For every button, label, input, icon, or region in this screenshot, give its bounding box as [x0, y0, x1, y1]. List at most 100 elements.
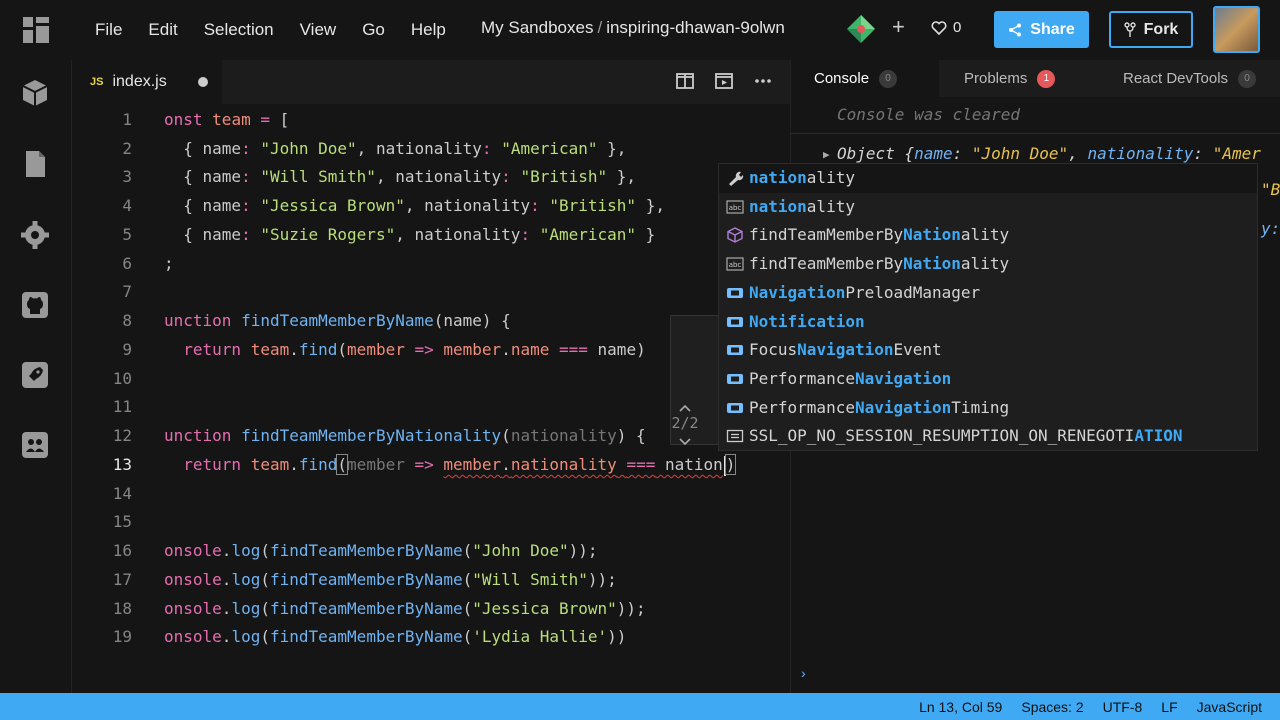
console-prompt-icon[interactable]: › — [801, 665, 806, 681]
suggestion-item[interactable]: nationality — [719, 164, 1257, 193]
top-bar: File Edit Selection View Go Help My Sand… — [0, 0, 1280, 60]
suggestion-text: findTeamMemberBy — [749, 225, 904, 245]
code-line: 17 onsole.log(findTeamMemberByName("Will … — [72, 566, 790, 594]
code-line: 18 onsole.log(findTeamMemberByName("Jessi… — [72, 595, 790, 623]
chevron-down-icon[interactable] — [678, 438, 692, 446]
cube-icon — [727, 227, 743, 244]
sandbox-name[interactable]: inspiring-dhawan-9olwn — [606, 18, 785, 37]
code-line: 15 — [72, 508, 790, 536]
class-icon — [727, 373, 743, 384]
rocket-icon[interactable] — [20, 360, 50, 390]
share-button[interactable]: Share — [994, 11, 1089, 48]
like-button[interactable]: 0 — [931, 19, 961, 36]
menu-view[interactable]: View — [287, 20, 350, 40]
constant-icon — [726, 430, 744, 443]
line-number: 13 — [112, 455, 132, 474]
language-mode[interactable]: JavaScript — [1197, 699, 1262, 715]
suggestion-item[interactable]: SSL_OP_NO_SESSION_RESUMPTION_ON_RENEGOTI… — [719, 422, 1257, 451]
console-log-entry[interactable]: y: — [1261, 219, 1280, 238]
suggestion-item[interactable]: abc findTeamMemberByNationality — [719, 250, 1257, 279]
line-number: 11 — [112, 397, 132, 416]
encoding[interactable]: UTF-8 — [1103, 699, 1143, 715]
indentation[interactable]: Spaces: 2 — [1021, 699, 1083, 715]
tab-console[interactable]: Console 0 — [791, 60, 939, 97]
codesandbox-logo-icon[interactable] — [22, 16, 50, 44]
suggestion-item[interactable]: Notification — [719, 308, 1257, 337]
split-editor-icon[interactable] — [676, 72, 694, 90]
class-icon — [727, 287, 743, 298]
template-diamond-icon[interactable] — [846, 14, 876, 44]
class-icon — [727, 316, 743, 327]
suggestion-text: Performance — [749, 368, 855, 388]
cursor-position[interactable]: Ln 13, Col 59 — [919, 699, 1002, 715]
suggestion-item[interactable]: abc nationality — [719, 193, 1257, 222]
suggestion-match: Navigation — [854, 397, 952, 417]
console-log-entry[interactable]: ▶ Object {name: "John Doe", nationality: … — [823, 144, 1261, 163]
suggestion-item[interactable]: PerformanceNavigationTiming — [719, 394, 1257, 423]
suggestion-match: ATION — [1134, 426, 1183, 446]
class-icon — [727, 345, 743, 356]
suggestion-text: ality — [960, 254, 1010, 274]
count-badge: 0 — [879, 69, 898, 88]
text-abc-icon: abc — [726, 200, 744, 214]
line-number: 18 — [112, 599, 132, 618]
breadcrumb: My Sandboxes / inspiring-dhawan-9olwn — [481, 18, 785, 38]
tab-index-js[interactable]: JS index.js — [72, 60, 222, 104]
count-badge: 1 — [1037, 69, 1056, 88]
tab-problems[interactable]: Problems 1 — [964, 60, 1056, 97]
autocomplete-suggestions: nationality abc nationality findTeamMemberB… — [718, 163, 1258, 451]
more-options-icon[interactable] — [754, 72, 772, 90]
line-number: 8 — [122, 311, 132, 330]
code-line-current: 13 return team.find(member => member.nat… — [72, 451, 790, 479]
suggestion-item[interactable]: FocusNavigationEvent — [719, 336, 1257, 365]
tab-label: React DevTools — [1123, 70, 1229, 87]
github-icon[interactable] — [20, 290, 50, 320]
suggestion-item[interactable]: NavigationPreloadManager — [719, 279, 1257, 308]
line-number: 10 — [112, 369, 132, 388]
line-number: 3 — [122, 167, 132, 186]
fork-label: Fork — [1143, 20, 1179, 38]
tab-react-devtools[interactable]: React DevTools 0 — [1123, 60, 1257, 97]
add-icon[interactable]: + — [892, 14, 905, 40]
line-number: 17 — [112, 570, 132, 589]
project-cube-icon[interactable] — [20, 78, 50, 108]
line-number: 1 — [122, 110, 132, 129]
code-line: 1 onst team = [ — [72, 106, 790, 134]
unsaved-dot-icon[interactable] — [198, 77, 208, 87]
console-log-entry[interactable]: "Br — [1261, 180, 1280, 199]
suggestion-match: Nation — [903, 254, 961, 274]
activity-bar — [0, 60, 72, 693]
suggestion-text: ality — [806, 168, 855, 187]
count-badge: 0 — [1238, 69, 1257, 88]
breadcrumb-separator: / — [597, 18, 603, 37]
like-count: 0 — [953, 19, 962, 36]
status-bar: Ln 13, Col 59 Spaces: 2 UTF-8 LF JavaScr… — [0, 693, 1280, 720]
suggestion-item[interactable]: PerformanceNavigation — [719, 365, 1257, 394]
line-ending[interactable]: LF — [1161, 699, 1177, 715]
chevron-up-icon[interactable] — [678, 404, 692, 412]
team-users-icon[interactable] — [20, 430, 50, 460]
suggestion-text: ality — [960, 225, 1010, 245]
user-avatar[interactable] — [1213, 6, 1260, 53]
editor-actions — [676, 72, 772, 90]
line-number: 4 — [122, 196, 132, 215]
fork-button[interactable]: Fork — [1109, 11, 1193, 48]
menu-go[interactable]: Go — [349, 20, 398, 40]
suggestion-match: Notification — [749, 311, 865, 331]
code-line: 16 onsole.log(findTeamMemberByName("John … — [72, 537, 790, 565]
gear-icon[interactable] — [20, 220, 50, 250]
suggestion-text: findTeamMemberBy — [749, 254, 904, 274]
suggestion-text: SSL_OP_NO_SESSION_RESUMPTION_ON_RENEGOTI — [749, 426, 1135, 446]
file-icon[interactable] — [20, 149, 50, 179]
menu-file[interactable]: File — [82, 20, 135, 40]
preview-icon[interactable] — [715, 72, 733, 90]
share-icon — [1009, 23, 1022, 36]
menu-help[interactable]: Help — [398, 20, 459, 40]
menu-selection[interactable]: Selection — [191, 20, 287, 40]
code-line: 2 { name: "John Doe", nationality: "Amer… — [72, 135, 790, 163]
menu-edit[interactable]: Edit — [135, 20, 190, 40]
breadcrumb-parent[interactable]: My Sandboxes — [481, 18, 593, 37]
expand-triangle-icon[interactable]: ▶ — [823, 148, 830, 161]
line-number: 16 — [112, 541, 132, 560]
suggestion-item[interactable]: findTeamMemberByNationality — [719, 221, 1257, 250]
